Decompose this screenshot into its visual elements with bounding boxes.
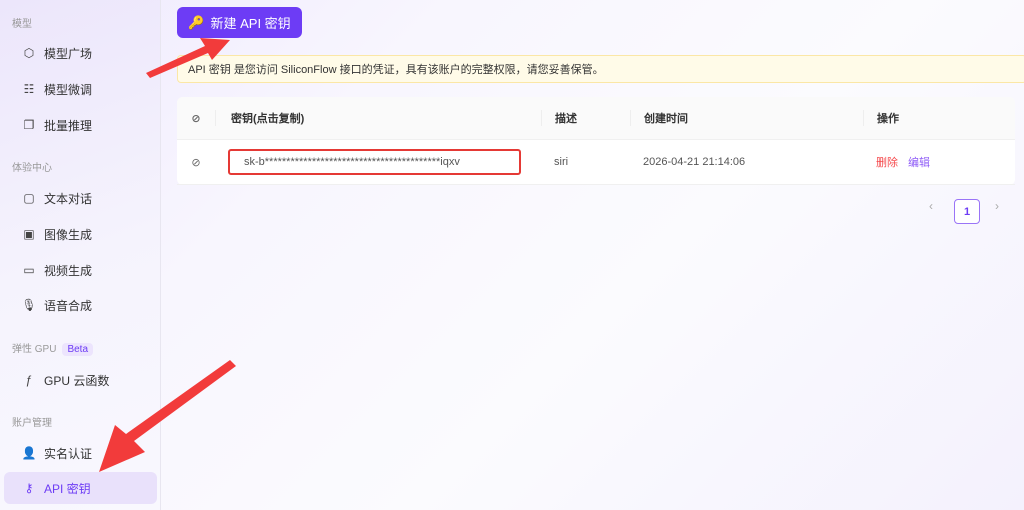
api-keys-table: ⊘ 密钥(点击复制) 描述 创建时间 操作 ⊘ sk-b************…	[177, 97, 1015, 185]
api-key-value[interactable]: sk-b************************************…	[228, 149, 521, 175]
key-icon: ⚷	[24, 481, 34, 495]
sidebar-item-video[interactable]: ▭ 视频生成	[4, 254, 157, 286]
sliders-icon: ☷	[23, 82, 35, 96]
sidebar-item-label: 文本对话	[44, 191, 93, 206]
key-created: 2026-04-21 21:14:06	[643, 156, 746, 168]
new-api-key-button[interactable]: 🔑 新建 API 密钥	[177, 7, 302, 38]
header-created: 创建时间	[630, 110, 863, 126]
table-header: ⊘ 密钥(点击复制) 描述 创建时间 操作	[177, 97, 1015, 140]
edit-link[interactable]: 编辑	[908, 157, 930, 169]
sidebar-item-label: 模型广场	[44, 46, 93, 61]
header-key: 密钥(点击复制)	[215, 110, 541, 126]
beta-badge: Beta	[62, 343, 94, 356]
notice-banner: API 密钥 是您访问 SiliconFlow 接口的凭证，具有该账户的完整权限…	[177, 55, 1024, 83]
sidebar-item-fine-tune[interactable]: ☷ 模型微调	[4, 73, 157, 105]
sidebar-item-label: GPU 云函数	[44, 373, 110, 388]
section-label: 弹性 GPU Beta	[12, 340, 94, 356]
layers-icon: ❐	[23, 118, 35, 132]
sidebar-item-batch[interactable]: ❐ 批量推理	[4, 109, 157, 141]
sidebar-item-label: 批量推理	[44, 118, 93, 133]
sidebar-item-label: 实名认证	[44, 446, 93, 461]
button-label: 新建 API 密钥	[210, 16, 291, 31]
sidebar-item-label: API 密钥	[44, 481, 91, 496]
user-check-icon: 👤	[21, 446, 37, 460]
eye-off-icon[interactable]: ⊘	[177, 156, 215, 169]
key-icon: 🔑	[188, 14, 205, 30]
sidebar-item-speech[interactable]: 🎙 语音合成	[4, 289, 157, 321]
section-label-text: 弹性 GPU	[12, 344, 57, 355]
sidebar-item-image[interactable]: ▣ 图像生成	[4, 218, 157, 250]
header-actions: 操作	[863, 110, 899, 126]
sidebar-item-chat[interactable]: ▢ 文本对话	[4, 182, 157, 214]
sidebar-item-model-square[interactable]: ⬡ 模型广场	[4, 37, 157, 69]
sidebar-item-label: 图像生成	[44, 227, 93, 242]
section-label: 账户管理	[12, 418, 52, 429]
sidebar-item-gpu-functions[interactable]: ƒ GPU 云函数	[4, 364, 157, 396]
delete-link[interactable]: 删除	[876, 157, 898, 169]
sidebar-item-label: 语音合成	[44, 298, 93, 313]
mic-icon: 🎙	[21, 298, 37, 312]
section-label: 体验中心	[12, 163, 52, 174]
cube-icon: ⬡	[23, 46, 35, 60]
page-1-button[interactable]: 1	[954, 199, 980, 224]
sidebar-item-api-keys[interactable]: ⚷ API 密钥	[4, 472, 157, 504]
section-label: 模型	[12, 19, 32, 30]
sidebar-item-verification[interactable]: 👤 实名认证	[4, 437, 157, 469]
header-desc: 描述	[541, 110, 630, 126]
sidebar: 模型 ⬡ 模型广场 ☷ 模型微调 ❐ 批量推理 体验中心 ▢ 文本对话 ▣ 图像生成 ▭ 视…	[0, 0, 161, 510]
prev-page-icon[interactable]: ‹	[929, 199, 933, 213]
table-row: ⊘ sk-b**********************************…	[177, 140, 1015, 185]
key-description: siri	[554, 156, 569, 168]
next-page-icon[interactable]: ›	[995, 199, 999, 213]
sidebar-item-label: 模型微调	[44, 82, 93, 97]
video-icon: ▭	[23, 263, 35, 277]
sidebar-item-label: 视频生成	[44, 263, 93, 278]
function-icon: ƒ	[25, 373, 33, 387]
eye-off-icon[interactable]: ⊘	[177, 112, 215, 125]
image-icon: ▣	[23, 227, 35, 241]
chat-icon: ▢	[23, 191, 35, 205]
